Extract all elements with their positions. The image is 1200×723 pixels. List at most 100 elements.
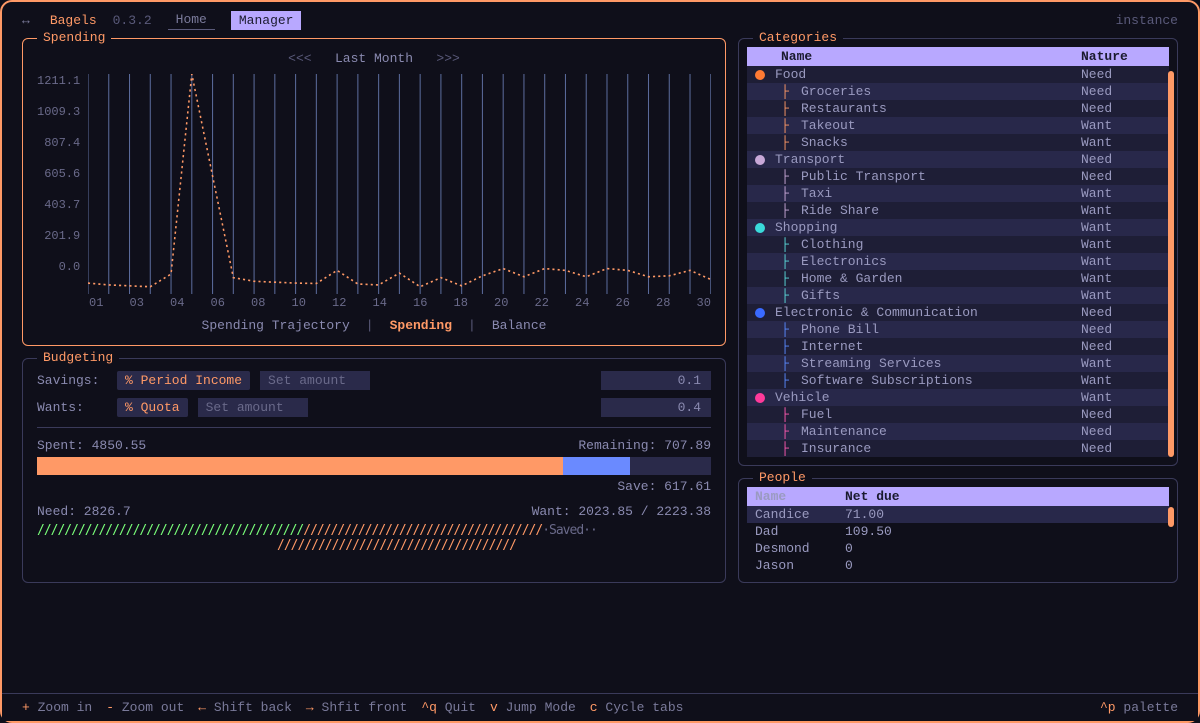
tree-branch-icon: ├ — [775, 84, 795, 99]
category-nature: Need — [1081, 339, 1161, 354]
category-row[interactable]: ├InternetNeed — [747, 338, 1169, 355]
category-row[interactable]: Electronic & CommunicationNeed — [747, 304, 1169, 321]
tree-branch-icon: ├ — [775, 441, 795, 456]
category-row[interactable]: ├GroceriesNeed — [747, 83, 1169, 100]
categories-title: Categories — [753, 30, 843, 45]
people-row[interactable]: Jason0 — [747, 557, 1169, 574]
categories-scrollbar[interactable] — [1168, 71, 1174, 457]
footer-action[interactable]: → Shfit front — [306, 700, 407, 715]
category-nature: Want — [1081, 118, 1161, 133]
category-row[interactable]: FoodNeed — [747, 66, 1169, 83]
category-nature: Need — [1081, 152, 1161, 167]
category-dot-icon — [755, 308, 765, 318]
tab-manager[interactable]: Manager — [231, 11, 302, 30]
category-nature: Want — [1081, 186, 1161, 201]
category-row[interactable]: ├TaxiWant — [747, 185, 1169, 202]
chart-next-button[interactable]: >>> — [436, 51, 459, 66]
category-row[interactable]: ├Public TransportNeed — [747, 168, 1169, 185]
category-nature: Need — [1081, 424, 1161, 439]
category-name: Fuel — [795, 407, 1081, 422]
footer-action[interactable]: c Cycle tabs — [590, 700, 684, 715]
people-scrollbar[interactable] — [1168, 507, 1174, 527]
footer-palette[interactable]: ^p palette — [1100, 700, 1178, 715]
category-row[interactable]: ├Streaming ServicesWant — [747, 355, 1169, 372]
footer-bar: + Zoom in - Zoom out ← Shift back → Shfit f… — [2, 693, 1198, 721]
category-row[interactable]: TransportNeed — [747, 151, 1169, 168]
chart-prev-button[interactable]: <<< — [288, 51, 311, 66]
category-row[interactable]: ├Ride ShareWant — [747, 202, 1169, 219]
category-name: Home & Garden — [795, 271, 1081, 286]
tree-branch-icon: ├ — [775, 203, 795, 218]
footer-action[interactable]: v Jump Mode — [490, 700, 576, 715]
budget-divider — [37, 427, 711, 428]
save-bar-fill — [563, 457, 630, 475]
chart-plot-area — [88, 74, 711, 294]
tree-branch-icon: ├ — [775, 407, 795, 422]
need-label: Need: 2826.7 — [37, 504, 131, 519]
legend-trajectory[interactable]: Spending Trajectory — [202, 318, 350, 333]
tree-branch-icon: ├ — [775, 288, 795, 303]
spending-title: Spending — [37, 30, 111, 45]
wants-mode-pill[interactable]: % Quota — [117, 398, 188, 417]
legend-spending[interactable]: Spending — [390, 318, 452, 333]
people-row[interactable]: Candice71.00 — [747, 506, 1169, 523]
category-row[interactable]: ├RestaurantsNeed — [747, 100, 1169, 117]
tree-branch-icon: ├ — [775, 373, 795, 388]
category-name: Takeout — [795, 118, 1081, 133]
footer-action[interactable]: ^q Quit — [421, 700, 476, 715]
footer-action[interactable]: + Zoom in — [22, 700, 92, 715]
category-row[interactable]: ShoppingWant — [747, 219, 1169, 236]
category-nature: Want — [1081, 288, 1161, 303]
category-row[interactable]: ├Software SubscriptionsWant — [747, 372, 1169, 389]
legend-balance[interactable]: Balance — [492, 318, 547, 333]
category-nature: Want — [1081, 254, 1161, 269]
cat-header-nature: Nature — [1081, 49, 1161, 64]
category-row[interactable]: VehicleWant — [747, 389, 1169, 406]
category-row[interactable]: ├Phone BillNeed — [747, 321, 1169, 338]
category-name: Streaming Services — [795, 356, 1081, 371]
category-nature: Want — [1081, 373, 1161, 388]
wants-input[interactable]: Set amount — [198, 398, 308, 417]
category-name: Snacks — [795, 135, 1081, 150]
people-row[interactable]: Dad109.50 — [747, 523, 1169, 540]
category-name: Electronics — [795, 254, 1081, 269]
category-nature: Need — [1081, 84, 1161, 99]
person-due: 109.50 — [845, 524, 892, 539]
category-nature: Need — [1081, 305, 1161, 320]
spent-bar-fill — [37, 457, 563, 475]
category-row[interactable]: ├FuelNeed — [747, 406, 1169, 423]
category-row[interactable]: ├ClothingWant — [747, 236, 1169, 253]
category-name: Gifts — [795, 288, 1081, 303]
footer-action[interactable]: ← Shift back — [198, 700, 292, 715]
people-header: Name Net due — [747, 487, 1169, 506]
chart-y-axis: 1211.11009.3807.4605.6403.7201.90.0 — [37, 74, 80, 294]
tree-branch-icon: ├ — [775, 339, 795, 354]
category-row[interactable]: ├MaintenanceNeed — [747, 423, 1169, 440]
savings-value[interactable]: 0.1 — [601, 371, 711, 390]
tab-home[interactable]: Home — [168, 10, 215, 30]
people-header-name: Name — [755, 489, 845, 504]
savings-mode-pill[interactable]: % Period Income — [117, 371, 250, 390]
tree-branch-icon: ├ — [775, 356, 795, 371]
want-label: Want: 2023.85 / 2223.38 — [532, 504, 711, 519]
category-row[interactable]: ├InsuranceNeed — [747, 440, 1169, 457]
people-row[interactable]: Desmond0 — [747, 540, 1169, 557]
savings-input[interactable]: Set amount — [260, 371, 370, 390]
need-want-bar: ////////////////////////////////////////… — [37, 523, 711, 538]
category-name: Transport — [775, 152, 1081, 167]
category-row[interactable]: ├GiftsWant — [747, 287, 1169, 304]
tree-branch-icon: ├ — [775, 101, 795, 116]
category-row[interactable]: ├Home & GardenWant — [747, 270, 1169, 287]
category-row[interactable]: ├ElectronicsWant — [747, 253, 1169, 270]
category-row[interactable]: ├TakeoutWant — [747, 117, 1169, 134]
wants-value[interactable]: 0.4 — [601, 398, 711, 417]
footer-action[interactable]: - Zoom out — [106, 700, 184, 715]
category-nature: Need — [1081, 322, 1161, 337]
category-name: Restaurants — [795, 101, 1081, 116]
category-row[interactable]: ├SnacksWant — [747, 134, 1169, 151]
category-dot-icon — [755, 70, 765, 80]
category-nature: Want — [1081, 271, 1161, 286]
wants-label: Wants: — [37, 400, 107, 415]
person-name: Jason — [755, 558, 845, 573]
save-label: Save: 617.61 — [37, 479, 711, 494]
